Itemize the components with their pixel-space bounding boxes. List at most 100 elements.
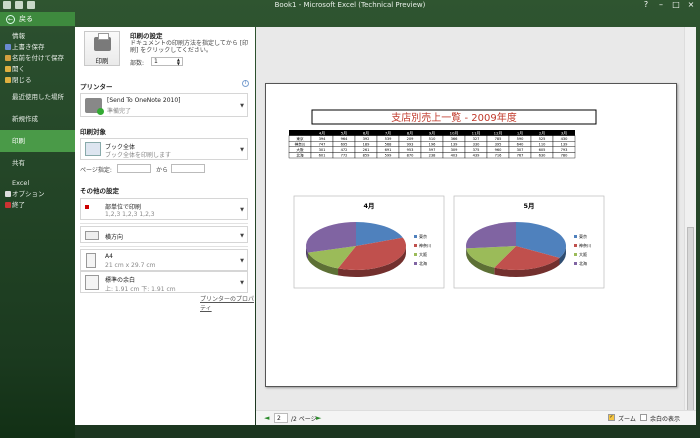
excel-logo-icon (3, 1, 11, 9)
legend-swatch (574, 262, 577, 265)
quick-access-toolbar (3, 1, 35, 9)
info-icon[interactable]: i (242, 80, 249, 87)
table-header-label: 10月 (450, 130, 459, 135)
collate-dropdown[interactable]: 部単位で印刷 1,2,3 1,2,3 1,2,3 ▼ (80, 198, 248, 220)
table-cell-value: 780 (561, 154, 569, 158)
nav-new[interactable]: 新規作成 (0, 108, 75, 130)
print-button[interactable]: 印刷 (84, 31, 120, 66)
show-margins-checkbox[interactable] (640, 414, 647, 421)
ready-check-icon (97, 108, 104, 115)
target-dropdown[interactable]: ブック全体 ブック全体を印刷します ▼ (80, 138, 248, 160)
nav-exit-label: 終了 (12, 201, 25, 209)
legend-swatch (414, 244, 417, 247)
nav-save-as[interactable]: 名前を付けて保存 (0, 53, 75, 64)
margins-option: 標準の余白 (105, 277, 136, 284)
table-cell-value: 793 (561, 148, 568, 152)
paper-size: 21 cm x 29.7 cm (105, 262, 156, 269)
table-cell-value: 301 (319, 148, 326, 152)
scrollbar-thumb[interactable] (687, 227, 694, 412)
table-header-label: 3月 (561, 130, 567, 135)
copies-input[interactable]: 1 ▲ ▼ (151, 57, 183, 66)
save-icon[interactable] (15, 1, 23, 9)
table-cell-value: 366 (451, 137, 459, 141)
margins-icon (85, 275, 99, 290)
window-controls: ? – □ × (639, 0, 698, 10)
copies-label: 部数: (130, 60, 145, 67)
maximize-icon[interactable]: □ (669, 0, 683, 10)
nav-exit[interactable]: 終了 (0, 200, 75, 211)
printer-properties-link[interactable]: プリンターのプロパティ (200, 294, 255, 312)
page-number-input[interactable]: 2 (274, 413, 288, 423)
table-cell-value: 993 (407, 142, 414, 146)
backstage-nav: 情報 上書き保存 名前を付けて保存 開く 閉じる 最近使用した場所 新規作成 印… (0, 27, 75, 438)
printer-device-icon (85, 98, 104, 115)
chevron-down-icon: ▼ (240, 207, 244, 213)
printer-heading: プリンター (80, 83, 113, 91)
paper-size-dropdown[interactable]: A4 21 cm x 29.7 cm ▼ (80, 249, 248, 271)
orientation-dropdown[interactable]: 横方向 ▼ (80, 226, 248, 243)
nav-excel: Excel (12, 179, 30, 187)
table-cell-value: 439 (473, 154, 481, 158)
table-cell-value: 525 (539, 137, 546, 141)
prev-page-icon[interactable]: ◄ (264, 414, 269, 422)
table-cell-value: 568 (385, 142, 393, 146)
help-icon[interactable]: ? (639, 0, 653, 10)
save-icon (5, 44, 11, 50)
nav-options-label: オプション (12, 190, 45, 198)
table-cell-value: 695 (341, 142, 348, 146)
next-page-icon[interactable]: ► (316, 414, 321, 422)
table-header-label: 6月 (363, 130, 369, 135)
pages-from-input[interactable] (117, 164, 151, 173)
page-preview-content: 支店別売上一覧 - 2009年度 4月 5月 6月 7月 8月 9月 10月 11月 12月 1月 2… (288, 109, 605, 289)
table-cell-value: 430 (561, 137, 569, 141)
nav-print[interactable]: 印刷 (0, 130, 75, 152)
spinner-arrows-icon[interactable]: ▲ ▼ (177, 58, 180, 66)
table-cell-value: 599 (385, 154, 393, 158)
margins-dropdown[interactable]: 標準の余白 上: 1.91 cm 下: 1.91 cm ▼ (80, 271, 248, 293)
printer-dropdown[interactable]: [Send To OneNote 2010] 準備完了 ▼ (80, 93, 248, 117)
table-cell-value: 北海 (296, 153, 304, 158)
legend-swatch (574, 235, 577, 238)
table-cell-value: 785 (495, 137, 502, 141)
close-icon[interactable]: × (684, 0, 698, 10)
excel-window: Book1 - Microsoft Excel (Technical Previ… (0, 0, 700, 438)
copies-value: 1 (154, 58, 158, 65)
nav-save[interactable]: 上書き保存 (0, 42, 75, 53)
table-cell-value: 209 (407, 137, 415, 141)
nav-open[interactable]: 開く (0, 64, 75, 75)
legend-label: 北海 (419, 260, 427, 266)
nav-save-as-label: 名前を付けて保存 (12, 54, 64, 62)
nav-share[interactable]: 共有 (0, 152, 75, 174)
table-cell-value: 691 (385, 148, 392, 152)
undo-icon[interactable] (27, 1, 35, 9)
table-header-label: 11月 (472, 130, 481, 135)
table-cell-value: 327 (473, 137, 480, 141)
nav-recent[interactable]: 最近使用した場所 (0, 86, 75, 108)
table-cell-value: 375 (473, 148, 480, 152)
pages-to-input[interactable] (171, 164, 205, 173)
window-title: Book1 - Microsoft Excel (Technical Previ… (274, 1, 426, 9)
back-label: 戻る (19, 15, 33, 23)
table-cell-value: 110 (539, 142, 547, 146)
collate-icon (85, 205, 89, 209)
table-cell-value: 139 (451, 142, 459, 146)
nav-info[interactable]: 情報 (0, 31, 75, 42)
nav-options[interactable]: オプション (0, 189, 75, 200)
table-header-label: 4月 (319, 130, 325, 135)
table-header-label: 8月 (407, 130, 413, 135)
legend-label: 東京 (419, 233, 427, 239)
back-button[interactable]: ← 戻る (0, 12, 75, 26)
table-header-label: 1月 (517, 130, 523, 135)
preview-scrollbar[interactable] (684, 27, 696, 425)
minimize-icon[interactable]: – (654, 0, 668, 10)
nav-close-label: 閉じる (12, 76, 32, 84)
table-cell-value: 472 (341, 148, 348, 152)
table-cell-value: 964 (341, 137, 349, 141)
table-cell-value: 747 (319, 142, 326, 146)
nav-close[interactable]: 閉じる (0, 75, 75, 86)
table-cell-value: 大阪 (296, 147, 304, 152)
preview-status-bar: ◄ 2 /2 ページ ► ✓ ズーム 余白の表示 (256, 410, 696, 425)
target-heading: 印刷対象 (80, 128, 106, 136)
table-cell-value: 403 (451, 154, 458, 158)
zoom-checkbox[interactable]: ✓ (608, 414, 615, 421)
